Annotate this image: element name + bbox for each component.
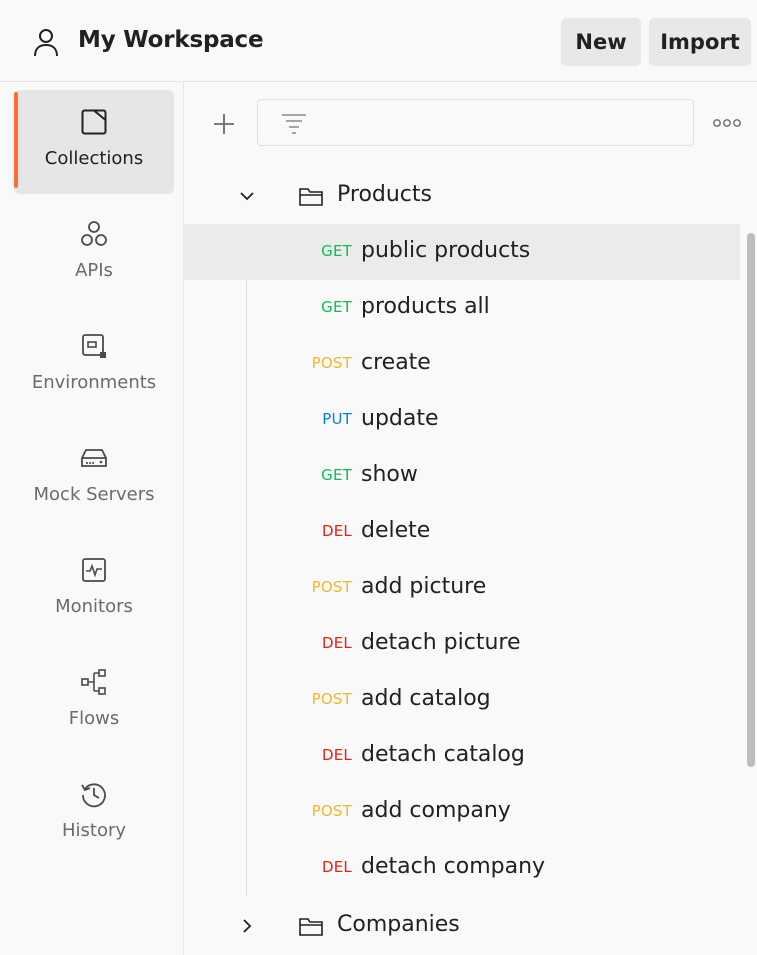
postman-sidebar-panel: My Workspace New Import Collections APIs <box>0 0 757 955</box>
request-name: add catalog <box>361 686 491 711</box>
request-row[interactable]: DEL detach picture <box>184 616 740 672</box>
method-badge: POST <box>311 690 352 708</box>
request-name: create <box>361 350 431 375</box>
sidebar-item-environments[interactable]: Environments <box>14 314 174 418</box>
method-badge: POST <box>311 578 352 596</box>
sidebar-item-label: History <box>61 820 127 841</box>
sidebar-item-apis[interactable]: APIs <box>14 202 174 306</box>
workspace-title[interactable]: My Workspace <box>78 27 264 53</box>
collections-icon <box>78 106 110 138</box>
flows-icon <box>78 666 110 698</box>
request-name: add picture <box>361 574 487 599</box>
method-badge: GET <box>321 298 352 316</box>
sidebar-item-label: APIs <box>75 260 113 281</box>
workspace-header: My Workspace New Import <box>0 0 757 82</box>
sidebar-item-history[interactable]: History <box>14 762 174 866</box>
chevron-right-icon[interactable] <box>238 917 256 935</box>
request-row[interactable]: PUT update <box>184 392 740 448</box>
folder-row-products[interactable]: Products <box>184 168 740 224</box>
request-name: delete <box>361 518 431 543</box>
folder-row-companies[interactable]: Companies <box>184 898 740 954</box>
request-row[interactable]: POST add picture <box>184 560 740 616</box>
scrollbar[interactable] <box>747 233 755 767</box>
more-icon <box>713 119 741 127</box>
request-row[interactable]: DEL detach catalog <box>184 728 740 784</box>
folder-icon <box>299 188 323 206</box>
sidebar-item-label: Flows <box>68 708 120 729</box>
request-row[interactable]: GET public products <box>184 224 740 280</box>
sidebar-item-collections[interactable]: Collections <box>14 90 174 194</box>
request-row[interactable]: GET show <box>184 448 740 504</box>
method-badge: POST <box>311 354 352 372</box>
method-badge: PUT <box>322 410 352 428</box>
request-row[interactable]: DEL delete <box>184 504 740 560</box>
request-name: update <box>361 406 439 431</box>
filter-icon <box>282 114 306 134</box>
method-badge: POST <box>311 802 352 820</box>
add-collection-button[interactable] <box>206 106 242 142</box>
sidebar-item-label: Environments <box>31 372 157 393</box>
request-name: detach catalog <box>361 742 525 767</box>
sidebar-item-label: Monitors <box>55 596 133 617</box>
mock-servers-icon <box>78 442 110 474</box>
request-row[interactable]: POST add company <box>184 784 740 840</box>
folder-name: Companies <box>337 912 460 937</box>
monitors-icon <box>78 554 110 586</box>
request-name: add company <box>361 798 511 823</box>
method-badge: DEL <box>322 634 352 652</box>
plus-icon <box>214 114 234 134</box>
filter-input[interactable] <box>257 99 694 146</box>
more-options-button[interactable] <box>710 112 744 134</box>
request-row[interactable]: POST create <box>184 336 740 392</box>
apis-icon <box>78 218 110 250</box>
request-row[interactable]: POST add catalog <box>184 672 740 728</box>
collection-tree: Products GET public products GET product… <box>184 168 757 955</box>
request-name: public products <box>361 238 531 263</box>
folder-icon <box>299 918 323 936</box>
user-icon <box>34 29 58 57</box>
sidebar-item-mock-servers[interactable]: Mock Servers <box>14 426 174 530</box>
sidebar-item-label: Mock Servers <box>33 484 155 505</box>
method-badge: GET <box>321 242 352 260</box>
environments-icon <box>78 330 110 362</box>
method-badge: DEL <box>322 858 352 876</box>
sidebar-item-label: Collections <box>44 148 144 169</box>
method-badge: DEL <box>322 746 352 764</box>
request-row[interactable]: DEL detach company <box>184 840 740 896</box>
history-icon <box>78 778 110 810</box>
active-indicator <box>14 92 18 188</box>
request-name: detach company <box>361 854 546 879</box>
request-name: products all <box>361 294 490 319</box>
import-button[interactable]: Import <box>649 18 751 66</box>
sidebar-item-monitors[interactable]: Monitors <box>14 538 174 642</box>
method-badge: DEL <box>322 522 352 540</box>
request-name: show <box>361 462 418 487</box>
sidebar-item-flows[interactable]: Flows <box>14 650 174 754</box>
request-row[interactable]: GET products all <box>184 280 740 336</box>
chevron-down-icon[interactable] <box>238 187 256 205</box>
method-badge: GET <box>321 466 352 484</box>
folder-name: Products <box>337 182 432 207</box>
request-name: detach picture <box>361 630 521 655</box>
new-button[interactable]: New <box>561 18 641 66</box>
